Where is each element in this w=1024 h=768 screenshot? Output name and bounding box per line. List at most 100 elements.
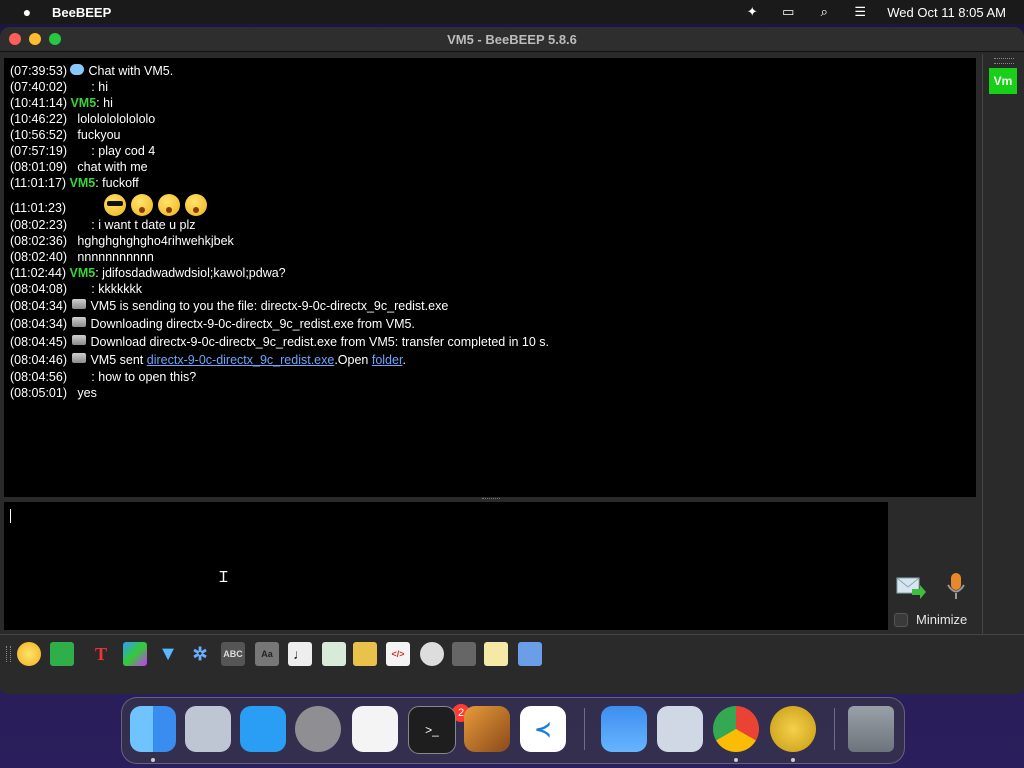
terminal-icon[interactable]: >_ (408, 706, 456, 754)
menubar-clock[interactable]: Wed Oct 11 8:05 AM (887, 5, 1006, 20)
record-icon[interactable] (420, 642, 444, 666)
chat-timestamp: (08:04:56) (10, 370, 71, 384)
chat-message-text: yes (70, 386, 97, 400)
minimize-label: Minimize (916, 612, 968, 627)
download-folder-icon[interactable] (353, 642, 377, 666)
chat-timestamp: (10:56:52) (10, 128, 71, 142)
html-icon[interactable]: </> (386, 642, 410, 666)
period-text: . (402, 353, 406, 367)
open-text: .Open (334, 353, 372, 367)
chat-message-text: : hi (70, 80, 108, 94)
zoom-window-button[interactable] (49, 33, 61, 45)
trash-icon[interactable] (848, 706, 894, 752)
chat-line: (10:41:14) VM5: hi (10, 95, 970, 111)
chat-message-text: : play cod 4 (70, 144, 156, 158)
color-icon[interactable] (123, 642, 147, 666)
chat-message-text: : jdifosdadwadwdsiol;kawol;pdwa? (95, 266, 286, 280)
chat-timestamp: (08:01:09) (10, 160, 71, 174)
screen-mirroring-icon[interactable]: ▭ (779, 5, 797, 19)
title-bar: VM5 - BeeBEEP 5.8.6 (0, 27, 1024, 52)
file-transfer-icon (72, 317, 87, 327)
apple-icon[interactable]: ● (18, 4, 36, 20)
chat-line: (11:01:17) VM5: fuckoff (10, 175, 970, 191)
chat-message-text: nnnnnnnnnnn (70, 250, 154, 264)
preview-icon[interactable] (657, 706, 703, 752)
minimize-checkbox[interactable]: Minimize (894, 612, 967, 627)
textedit-icon[interactable] (352, 706, 398, 752)
screenshot-icon[interactable] (452, 642, 476, 666)
control-center-icon[interactable]: ☰ (851, 5, 869, 19)
font-icon[interactable]: T (89, 642, 113, 666)
launchpad-icon[interactable] (185, 706, 231, 752)
chat-line: (08:02:40) nnnnnnnnnnn (10, 249, 970, 265)
close-window-button[interactable] (9, 33, 21, 45)
chat-bubble-icon (70, 64, 85, 75)
microphone-icon[interactable] (946, 572, 966, 602)
spotlight-search-icon[interactable]: ⌕ (815, 5, 833, 19)
beebeep-window: VM5 - BeeBEEP 5.8.6 (07:39:53) Chat with… (0, 27, 1024, 694)
ibeam-cursor: Ｉ (216, 568, 232, 586)
chat-message-text: lolololololololo (70, 112, 156, 126)
open-folder-link[interactable]: folder (372, 353, 403, 367)
chat-message-text: VM5 is sending to you the file: directx-… (90, 299, 449, 313)
beebeep-tray-icon[interactable]: ✦ (743, 5, 761, 19)
dock: 2 >_ ≺ (121, 697, 905, 764)
chat-line: (08:04:45) Download directx-9-0c-directx… (10, 333, 970, 351)
toolbar-grip[interactable] (6, 646, 11, 662)
chat-message-text: fuckyou (70, 128, 121, 142)
notes-icon[interactable] (484, 642, 508, 666)
chat-sender[interactable]: VM5 (70, 176, 96, 190)
chat-line: (08:05:01) yes (10, 385, 970, 401)
chat-line: (08:01:09) chat with me (10, 159, 970, 175)
spellcheck-icon[interactable]: ABC (221, 642, 245, 666)
file-transfer-icon (72, 299, 87, 309)
chat-sender[interactable]: VM5 (70, 96, 96, 110)
settings-icon[interactable]: ✲ (188, 642, 212, 666)
weather-icon[interactable] (601, 706, 647, 752)
minimize-check-box[interactable] (894, 612, 908, 627)
chat-line: (08:02:36) hghghghghgho4rihwehkjbek (10, 233, 970, 249)
dock-separator (584, 708, 585, 750)
chat-timestamp: (08:02:36) (10, 234, 71, 248)
save-chat-icon[interactable] (322, 642, 346, 666)
astonished-emoji-icon (185, 194, 208, 216)
finder-running-dot (151, 758, 155, 762)
music-note-icon[interactable]: ♩ (288, 642, 312, 666)
send-message-icon[interactable] (896, 575, 926, 599)
chat-timestamp: (08:02:40) (10, 250, 71, 264)
status-bar (0, 673, 1024, 694)
chat-message-text: : how to open this? (70, 370, 197, 384)
chat-message-text: Download directx-9-0c-directx_9c_redist.… (90, 335, 549, 349)
beebeep-icon[interactable] (770, 706, 816, 752)
chat-line: (10:56:52) fuckyou (10, 127, 970, 143)
chrome-icon[interactable] (713, 706, 759, 752)
chat-timestamp: (07:40:02) (10, 80, 71, 94)
system-settings-icon[interactable] (295, 706, 341, 752)
emoji-icon[interactable] (17, 642, 41, 666)
message-input[interactable]: Ｉ (4, 502, 888, 630)
send-file-icon[interactable] (50, 642, 74, 666)
chat-line: (08:04:34) VM5 is sending to you the fil… (10, 297, 970, 315)
finder-icon[interactable] (130, 706, 176, 752)
sent-file-link[interactable]: directx-9-0c-directx_9c_redist.exe (147, 353, 335, 367)
vscode-icon[interactable]: ≺ (520, 706, 566, 752)
user-avatar-vm5[interactable]: Vm (989, 68, 1017, 94)
dictionary-icon[interactable]: Aa (255, 642, 279, 666)
chat-message-text: hghghghghgho4rihwehkjbek (70, 234, 234, 248)
chat-sender[interactable]: VM5 (70, 266, 96, 280)
chat-timestamp: (08:04:34) (10, 299, 71, 313)
share-icon[interactable] (518, 642, 542, 666)
chat-timestamp: (11:01:23) (10, 201, 70, 215)
chat-history[interactable]: (07:39:53) Chat with VM5. (07:40:02) : hi… (4, 58, 976, 497)
chat-line: (08:02:23) : i want t date u plz (10, 217, 970, 233)
minimize-window-button[interactable] (29, 33, 41, 45)
garageband-icon[interactable] (464, 706, 510, 752)
user-list-panel: Vm (982, 54, 1024, 634)
panel-grip[interactable] (994, 58, 1014, 64)
filter-icon[interactable]: ▼ (156, 642, 180, 666)
dock-separator (834, 708, 835, 750)
app-store-icon[interactable] (240, 706, 286, 752)
chat-timestamp: (11:02:44) (10, 266, 70, 280)
app-name-menu[interactable]: BeeBEEP (52, 5, 111, 20)
chat-timestamp: (07:39:53) (10, 64, 71, 78)
